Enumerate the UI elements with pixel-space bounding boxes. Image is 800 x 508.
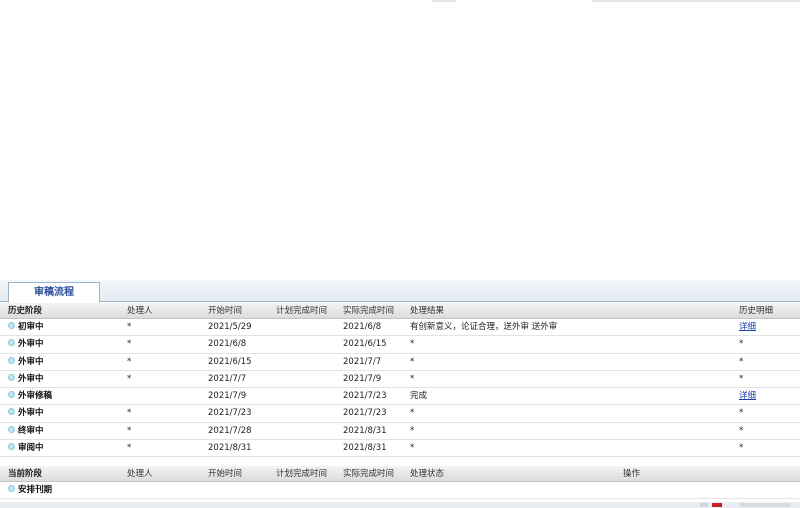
result-cell: * <box>410 442 415 453</box>
detail-link[interactable]: 详细 <box>739 319 756 336</box>
detail-cell: * <box>739 408 744 419</box>
detail-cell: * <box>739 425 744 436</box>
stage-cell: 外审中 <box>8 371 44 388</box>
col-handler: 处理人 <box>127 306 153 316</box>
col-planned-time: 计划完成时间 <box>276 469 328 479</box>
stage-cell: 审阅中 <box>8 440 44 457</box>
detail-cell: * <box>739 339 744 350</box>
start-time-cell: 2021/7/28 <box>208 425 252 436</box>
status-icon <box>700 503 708 507</box>
col-history-stage: 历史阶段 <box>8 306 43 316</box>
stage-cell: 外审中 <box>8 336 44 353</box>
col-action: 操作 <box>623 469 641 479</box>
actual-time-cell: 2021/7/23 <box>343 408 387 419</box>
stage-cell: 外审中 <box>8 354 44 371</box>
col-start-time: 开始时间 <box>208 306 243 316</box>
detail-cell: * <box>739 373 744 384</box>
start-time-cell: 2021/6/15 <box>208 356 252 367</box>
current-stage-table: 当前阶段 处理人 开始时间 计划完成时间 实际完成时间 处理状态 操作 安排刊期 <box>0 466 800 500</box>
handler-cell: * <box>127 442 132 453</box>
table-row: 外审修稿 2021/7/9 2021/7/23 完成 详细 <box>0 388 800 406</box>
result-cell: * <box>410 425 415 436</box>
top-edge-artifact <box>432 0 456 2</box>
col-handler: 处理人 <box>127 469 153 479</box>
start-time-cell: 2021/7/23 <box>208 408 252 419</box>
col-history-detail: 历史明细 <box>739 306 774 316</box>
start-time-cell: 2021/7/9 <box>208 391 247 401</box>
actual-time-cell: 2021/8/31 <box>343 425 387 436</box>
start-time-cell: 2021/5/29 <box>208 322 252 332</box>
handler-cell: * <box>127 339 132 350</box>
status-flag-icon <box>712 503 722 507</box>
status-text-area <box>740 503 790 507</box>
actual-time-cell: 2021/8/31 <box>343 442 387 453</box>
table-row: 初审中 * 2021/5/29 2021/6/8 有创新意义，论证合理，送外审 送外审 详… <box>0 319 800 337</box>
history-table-header: 历史阶段 处理人 开始时间 计划完成时间 实际完成时间 处理结果 历史明细 <box>0 303 800 319</box>
table-row: 审阅中 * 2021/8/31 2021/8/31 * * <box>0 439 800 457</box>
start-time-cell: 2021/6/8 <box>208 339 247 350</box>
table-row: 外审中 * 2021/6/8 2021/6/15 * * <box>0 336 800 354</box>
actual-time-cell: 2021/7/9 <box>343 373 382 384</box>
result-cell: * <box>410 373 415 384</box>
handler-cell: * <box>127 425 132 436</box>
actual-time-cell: 2021/7/7 <box>343 356 382 367</box>
result-cell: * <box>410 339 415 350</box>
tab-review-process[interactable]: 审稿流程 <box>8 282 100 303</box>
stage-cell: 安排刊期 <box>8 482 52 499</box>
blank-page-area <box>0 0 800 280</box>
table-row: 外审中 * 2021/7/23 2021/7/23 * * <box>0 405 800 423</box>
top-edge-artifact <box>592 0 800 2</box>
table-row: 终审中 * 2021/7/28 2021/8/31 * * <box>0 422 800 440</box>
stage-cell: 初审中 <box>8 319 44 336</box>
result-cell: 完成 <box>410 391 428 401</box>
col-result: 处理结果 <box>410 306 445 316</box>
history-table-body: 初审中 * 2021/5/29 2021/6/8 有创新意义，论证合理，送外审 送外审详… <box>0 319 800 457</box>
stage-cell: 终审中 <box>8 423 44 440</box>
stage-cell: 外审中 <box>8 405 44 422</box>
col-current-stage: 当前阶段 <box>8 469 43 479</box>
col-status: 处理状态 <box>410 469 445 479</box>
detail-cell: * <box>739 442 744 453</box>
detail-link[interactable]: 详细 <box>739 388 756 405</box>
table-row: 外审中 * 2021/7/7 2021/7/9 * * <box>0 370 800 388</box>
col-planned-time: 计划完成时间 <box>276 306 328 316</box>
detail-cell: * <box>739 356 744 367</box>
start-time-cell: 2021/7/7 <box>208 373 247 384</box>
tab-bar: 审稿流程 <box>0 280 800 303</box>
col-actual-time: 实际完成时间 <box>343 306 395 316</box>
start-time-cell: 2021/8/31 <box>208 442 252 453</box>
history-stage-table: 历史阶段 处理人 开始时间 计划完成时间 实际完成时间 处理结果 历史明细 初审… <box>0 303 800 457</box>
current-table-header: 当前阶段 处理人 开始时间 计划完成时间 实际完成时间 处理状态 操作 <box>0 466 800 482</box>
result-cell: 有创新意义，论证合理，送外审 送外审 <box>410 322 558 332</box>
table-row: 安排刊期 <box>0 482 800 500</box>
col-actual-time: 实际完成时间 <box>343 469 395 479</box>
handler-cell: * <box>127 356 132 367</box>
current-table-body: 安排刊期 <box>0 482 800 500</box>
handler-cell: * <box>127 408 132 419</box>
col-start-time: 开始时间 <box>208 469 243 479</box>
actual-time-cell: 2021/6/8 <box>343 322 382 332</box>
result-cell: * <box>410 408 415 419</box>
handler-cell: * <box>127 322 132 332</box>
stage-cell: 外审修稿 <box>8 388 52 405</box>
handler-cell: * <box>127 373 132 384</box>
status-bar <box>0 502 800 508</box>
result-cell: * <box>410 356 415 367</box>
actual-time-cell: 2021/6/15 <box>343 339 387 350</box>
actual-time-cell: 2021/7/23 <box>343 391 387 401</box>
table-row: 外审中 * 2021/6/15 2021/7/7 * * <box>0 353 800 371</box>
